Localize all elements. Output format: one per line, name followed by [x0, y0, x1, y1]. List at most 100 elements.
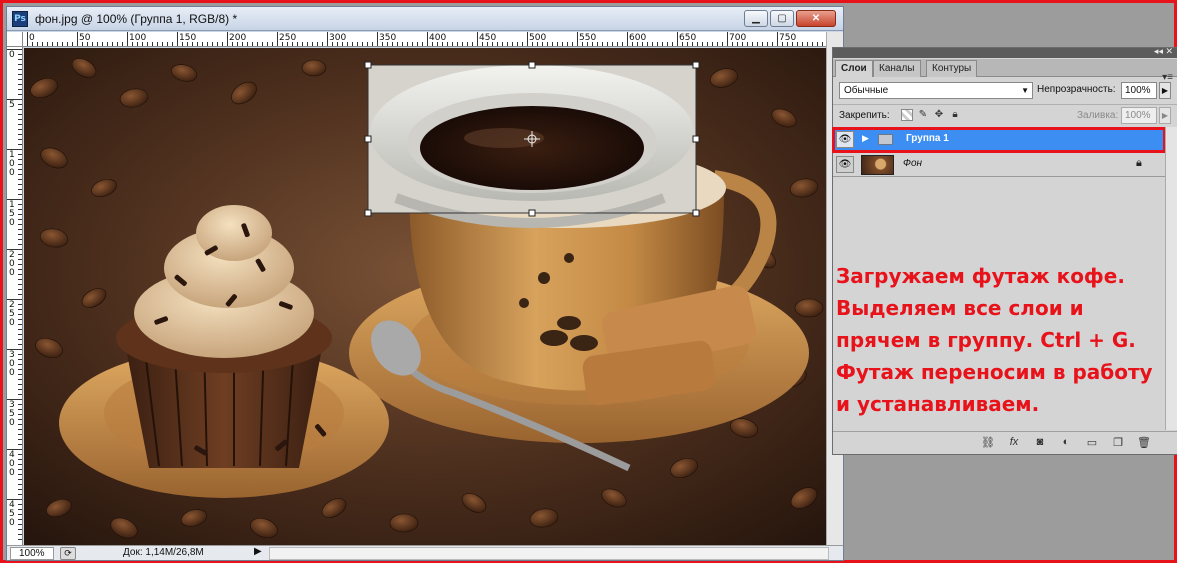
minimize-button[interactable]: ▁ — [744, 10, 768, 27]
document-size: Док: 1,14M/26,8M — [123, 547, 204, 558]
ruler-tick — [312, 42, 313, 46]
ruler-tick — [18, 319, 22, 320]
ruler-tick — [147, 42, 148, 46]
fill-input[interactable]: 100% — [1121, 107, 1157, 124]
ruler-tick — [212, 42, 213, 46]
blend-mode-select[interactable]: Обычные ▼ — [839, 82, 1033, 99]
ruler-tick — [697, 42, 698, 46]
ruler-tick — [18, 59, 22, 60]
ruler-tick — [367, 42, 368, 46]
ruler-tick — [18, 379, 22, 380]
ruler-tick — [18, 384, 22, 385]
ruler-tick — [737, 42, 738, 46]
ruler-tick — [507, 42, 508, 46]
ruler-tick — [18, 234, 22, 235]
horizontal-ruler[interactable]: 0 50 100 150 200 250 300 350 400 450 500 550 600 650 7… — [23, 32, 826, 47]
ruler-tick — [562, 42, 563, 46]
ruler-tick — [18, 484, 22, 485]
ruler-tick — [192, 42, 193, 46]
ruler-tick — [397, 42, 398, 46]
ruler-tick — [18, 409, 22, 410]
maximize-button[interactable]: ▢ — [770, 10, 794, 27]
ruler-tick — [237, 42, 238, 46]
ruler-tick — [18, 184, 22, 185]
ruler-tick — [792, 42, 793, 46]
ruler-tick — [572, 42, 573, 46]
panel-header-bar[interactable]: ◂◂ ✕ — [833, 46, 1177, 58]
fill-label: Заливка: — [1077, 110, 1119, 121]
ruler-tick — [18, 504, 22, 505]
panel-collapse-icon[interactable]: ◂◂ ✕ — [1154, 46, 1173, 57]
ruler-tick — [32, 42, 33, 46]
ruler-tick — [57, 42, 58, 46]
ruler-tick — [442, 42, 443, 46]
new-group-folder-icon[interactable]: ▭ — [1083, 436, 1101, 449]
image-canvas[interactable] — [24, 48, 826, 545]
ruler-tick — [327, 32, 328, 46]
tab-layers[interactable]: Слои — [835, 60, 873, 77]
status-menu-arrow-icon[interactable]: ▶ — [254, 546, 262, 557]
opacity-input[interactable]: 100% — [1121, 82, 1157, 99]
ruler-tick — [18, 434, 22, 435]
lock-transparency-icon[interactable] — [901, 109, 913, 121]
ruler-tick — [247, 42, 248, 46]
ruler-tick — [18, 374, 22, 375]
ruler-tick — [27, 32, 28, 46]
ruler-tick — [667, 42, 668, 46]
layer-style-fx-icon[interactable]: fx — [1005, 436, 1023, 448]
vertical-ruler[interactable]: 0 5 1 0 0 1 5 0 2 0 0 2 5 0 3 0 0 3 5 0 4 0 0 4 5… — [7, 47, 23, 545]
ruler-tick — [162, 42, 163, 46]
tab-paths[interactable]: Контуры — [926, 60, 978, 77]
ruler-tick — [18, 489, 22, 490]
new-layer-icon[interactable]: ❐ — [1109, 436, 1127, 449]
ruler-tick — [627, 32, 628, 46]
ruler-tick — [18, 119, 22, 120]
ruler-tick — [18, 474, 22, 475]
tab-channels[interactable]: Каналы — [873, 60, 921, 77]
ruler-tick — [662, 42, 663, 46]
layers-scrollbar[interactable] — [1165, 127, 1177, 430]
expand-triangle-icon[interactable]: ▶ — [862, 133, 869, 144]
ruler-tick — [567, 42, 568, 46]
ruler-tick — [747, 42, 748, 46]
ruler-tick — [18, 424, 22, 425]
layer-mask-icon[interactable]: ◙ — [1031, 436, 1049, 448]
lock-position-move-icon[interactable]: ✥ — [933, 109, 945, 121]
ruler-tick — [18, 269, 22, 270]
ruler-tick — [407, 42, 408, 46]
horizontal-scrollbar[interactable] — [269, 547, 829, 560]
visibility-eye-icon[interactable]: 👁︎ — [836, 131, 854, 148]
ruler-tick — [487, 42, 488, 46]
ruler-origin[interactable] — [7, 32, 23, 47]
layer-name[interactable]: Фон — [903, 158, 922, 169]
zoom-field[interactable]: 100% — [10, 547, 54, 560]
ruler-tick — [257, 42, 258, 46]
ruler-tick — [18, 314, 22, 315]
ruler-tick — [437, 42, 438, 46]
status-info-icon[interactable]: ⟳ — [60, 547, 76, 560]
ruler-tick — [77, 32, 78, 46]
ruler-tick — [782, 42, 783, 46]
ruler-tick — [597, 42, 598, 46]
layer-row-group[interactable]: 👁︎ ▶ Группа 1 — [832, 127, 1166, 153]
lock-all-icon[interactable]: 🔒︎ — [949, 109, 961, 121]
close-button[interactable]: ✕ — [796, 10, 836, 27]
ruler-tick — [772, 42, 773, 46]
link-layers-icon[interactable]: ⛓ — [979, 436, 997, 449]
visibility-eye-icon[interactable]: 👁︎ — [836, 156, 854, 173]
ruler-tick — [18, 204, 22, 205]
ruler-tick — [752, 42, 753, 46]
lock-icon: 🔒︎ — [1136, 157, 1142, 169]
ruler-tick — [282, 42, 283, 46]
ruler-tick — [732, 42, 733, 46]
lock-pixels-brush-icon[interactable]: ✎ — [917, 109, 929, 121]
fill-slider-arrow-icon[interactable]: ▶ — [1159, 107, 1171, 124]
opacity-slider-arrow-icon[interactable]: ▶ — [1159, 82, 1171, 99]
ruler-tick — [297, 42, 298, 46]
layer-name[interactable]: Группа 1 — [906, 133, 949, 144]
layer-row-background[interactable]: 👁︎ Фон 🔒︎ — [833, 153, 1165, 177]
title-bar[interactable]: Ps фон.jpg @ 100% (Группа 1, RGB/8) * ▁ … — [7, 7, 843, 31]
adjustment-layer-icon[interactable]: ◐ — [1057, 436, 1075, 448]
trash-icon[interactable]: 🗑︎ — [1135, 436, 1153, 449]
ruler-tick — [18, 254, 22, 255]
